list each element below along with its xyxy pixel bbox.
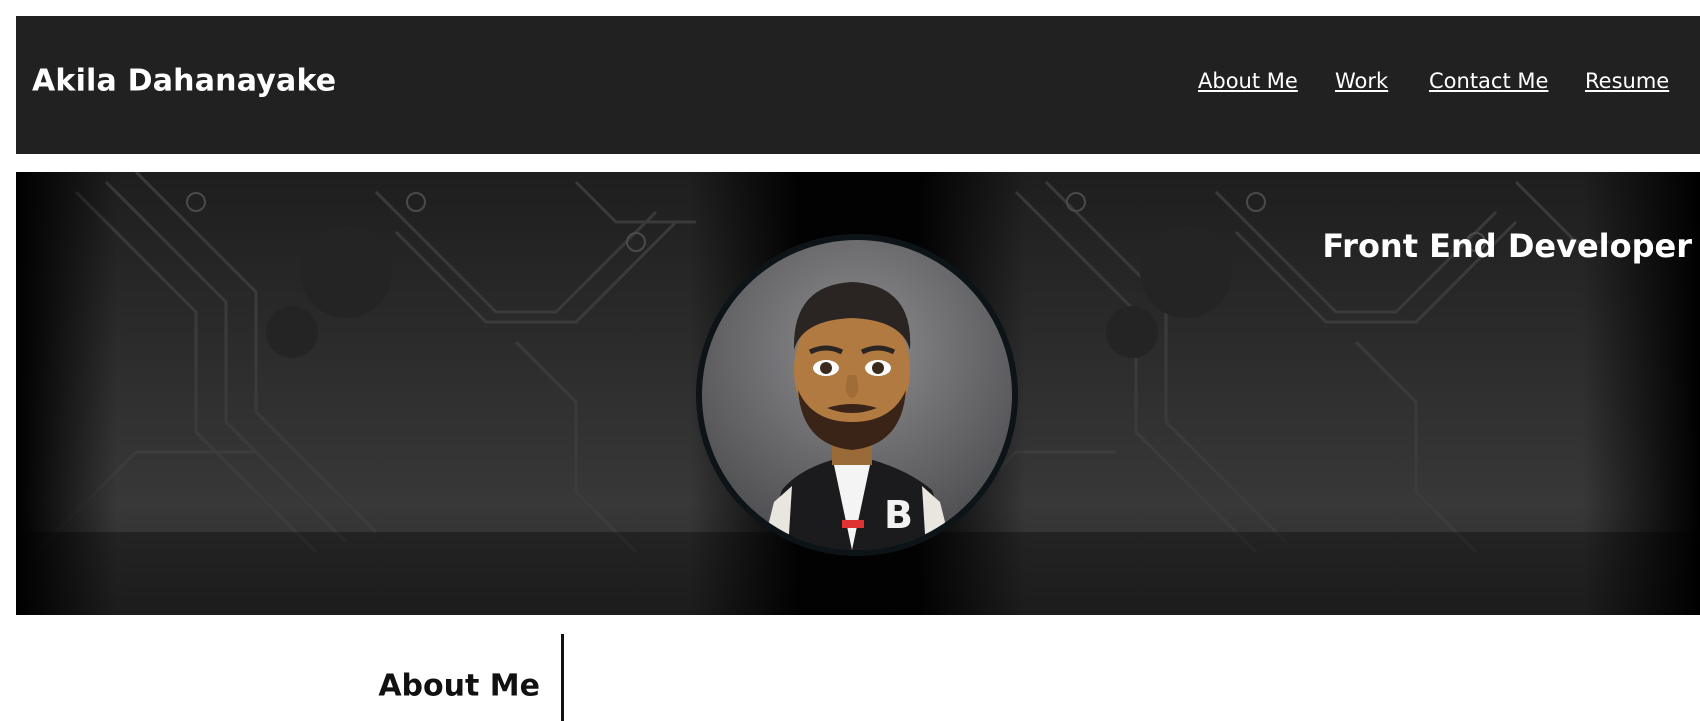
memoji-avatar-image: B [702, 240, 1012, 550]
nav-link-contact-me[interactable]: Contact Me [1429, 69, 1548, 93]
avatar: B [696, 234, 1018, 556]
hero-banner: Front End Developer B [16, 172, 1700, 615]
site-title[interactable]: Akila Dahanayake [32, 64, 336, 99]
nav-link-about-me[interactable]: About Me [1198, 69, 1298, 93]
section-divider [561, 634, 564, 721]
nav-link-resume[interactable]: Resume [1585, 69, 1669, 93]
svg-text:B: B [884, 493, 913, 537]
about-me-heading: About Me [378, 668, 540, 704]
nav-link-work[interactable]: Work [1335, 69, 1388, 93]
hero-tagline: Front End Developer [1322, 227, 1692, 265]
site-header: Akila Dahanayake About Me Work Contact M… [16, 16, 1700, 154]
